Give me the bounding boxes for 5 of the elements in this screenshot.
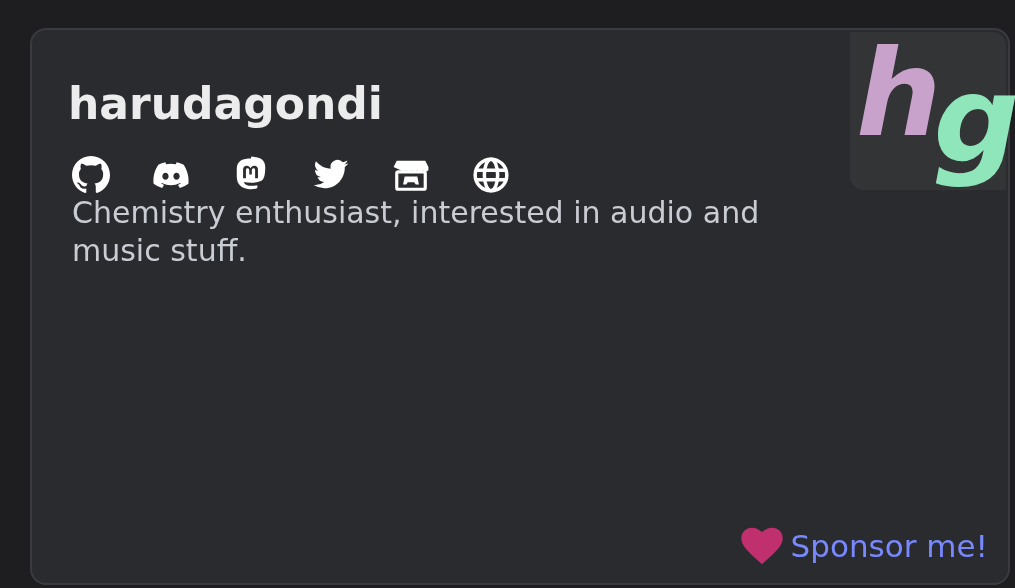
sponsor-link[interactable]: Sponsor me!: [790, 528, 988, 564]
globe-icon[interactable]: [472, 156, 510, 194]
profile-bio: Chemistry enthusiast, interested in audio and music stuff.: [71, 194, 761, 270]
profile-name: harudagondi: [68, 77, 384, 131]
heart-icon: [740, 527, 783, 565]
